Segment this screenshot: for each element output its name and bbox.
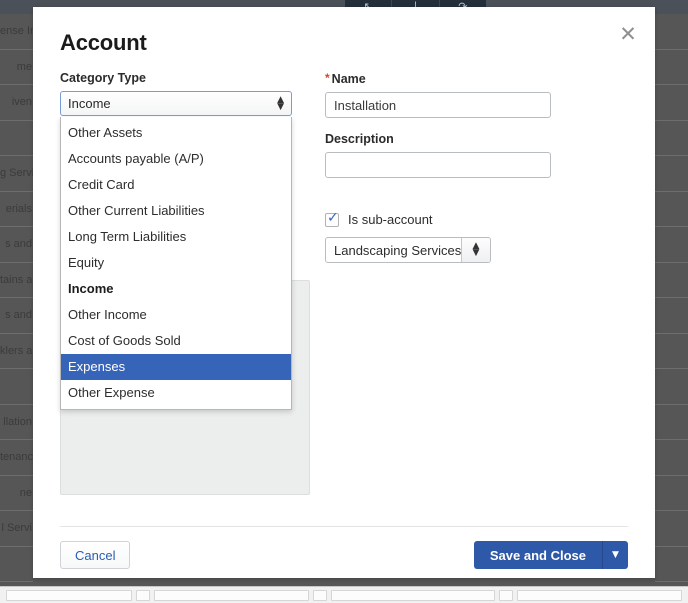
table-row: tenanc (0, 440, 33, 476)
table-row (655, 476, 688, 511)
page-title: Account (60, 30, 147, 55)
required-marker: * (325, 71, 330, 85)
parent-account-selected-value: Landscaping Services:L (334, 242, 462, 258)
category-option[interactable]: Equity (61, 250, 291, 276)
category-type-select[interactable]: Income ▲ ▼ (60, 91, 292, 116)
parent-account-select[interactable]: Landscaping Services:L ▲ ▼ (325, 237, 491, 263)
account-modal-dialog: ✕ Account Category Type Income ▲ ▼ Other … (33, 7, 655, 578)
description-input[interactable] (325, 152, 551, 178)
footer-input-box (6, 589, 133, 601)
background-table-right-column (655, 14, 688, 586)
footer-input-box (153, 589, 309, 601)
table-row: llation (0, 405, 33, 440)
background-table-left-column: ense In me iven g Servi erials s and tains as … (0, 14, 33, 586)
table-row: s and (0, 298, 33, 334)
checkmark-icon: ✓ (327, 209, 339, 226)
footer-input-box (517, 589, 683, 601)
footer-input-box (499, 589, 514, 601)
category-type-label: Category Type (60, 71, 146, 85)
table-row (655, 405, 688, 440)
category-option[interactable]: Credit Card (61, 172, 291, 198)
table-row (655, 511, 688, 547)
category-type-dropdown-list[interactable]: Other Assets Accounts payable (A/P) Credit… (60, 117, 292, 410)
table-row (655, 156, 688, 192)
close-icon[interactable]: ✕ (615, 21, 641, 47)
save-and-close-button[interactable]: Save and Close (473, 541, 602, 569)
modal-footer: Cancel Save and Close ▼ (60, 540, 628, 570)
footer-divider (60, 526, 628, 527)
category-option[interactable]: Other Assets (61, 120, 291, 146)
footer-input-box (136, 589, 150, 601)
table-row (655, 263, 688, 298)
footer-input-box (312, 589, 327, 601)
description-label: Description (325, 132, 394, 146)
table-row (0, 121, 33, 156)
table-row (0, 547, 33, 582)
table-row (655, 192, 688, 227)
name-label: * Name (325, 71, 551, 86)
table-row (655, 14, 688, 50)
is-sub-account-checkbox[interactable]: ✓ (325, 209, 339, 227)
name-label-text: Name (331, 72, 366, 86)
category-option[interactable]: Other Current Liabilities (61, 198, 291, 224)
account-details-field-group: *Name Description ✓ Is sub-account Lands… (325, 71, 551, 263)
stepper-updown-icon: ▲ ▼ (277, 94, 284, 112)
name-input[interactable] (325, 92, 551, 118)
table-row: iven (0, 85, 33, 121)
table-row (655, 227, 688, 263)
cancel-button[interactable]: Cancel (60, 541, 131, 569)
category-type-field-group: Category Type Income ▲ ▼ (60, 71, 310, 116)
table-row: s and (0, 227, 33, 263)
table-row: erials (0, 192, 33, 227)
category-option[interactable]: Long Term Liabilities (61, 224, 291, 250)
is-sub-account-row: ✓ Is sub-account (325, 209, 551, 227)
table-row: me (0, 50, 33, 85)
category-option[interactable]: Other Expense (61, 380, 291, 406)
table-row: ense In (0, 14, 33, 50)
table-row (655, 298, 688, 334)
category-option[interactable]: Expenses (61, 354, 291, 380)
is-sub-account-label: Is sub-account (348, 212, 433, 227)
category-option[interactable]: Cost of Goods Sold (61, 328, 291, 354)
table-row (655, 85, 688, 121)
stepper-updown-icon[interactable]: ▲ ▼ (461, 238, 490, 262)
table-row (655, 369, 688, 405)
background-page-footer-bar (0, 586, 688, 603)
table-row (655, 440, 688, 476)
table-row (655, 547, 688, 582)
table-row (655, 334, 688, 369)
table-row: tains a (0, 263, 33, 298)
category-option[interactable]: Accounts payable (A/P) (61, 146, 291, 172)
table-row: ne (0, 476, 33, 511)
table-row: g Servi (0, 156, 33, 192)
category-option[interactable]: Other Income (61, 302, 291, 328)
footer-input-box (330, 589, 496, 601)
table-row: l Servi (0, 511, 33, 547)
table-row: klers a (0, 334, 33, 369)
table-row (0, 369, 33, 405)
table-row (655, 50, 688, 85)
table-row (655, 121, 688, 156)
category-option[interactable]: Income (61, 276, 291, 302)
chevron-down-icon[interactable]: ▼ (602, 541, 628, 569)
save-button-group: Save and Close ▼ (473, 541, 628, 569)
category-type-selected-value: Income (68, 96, 111, 111)
